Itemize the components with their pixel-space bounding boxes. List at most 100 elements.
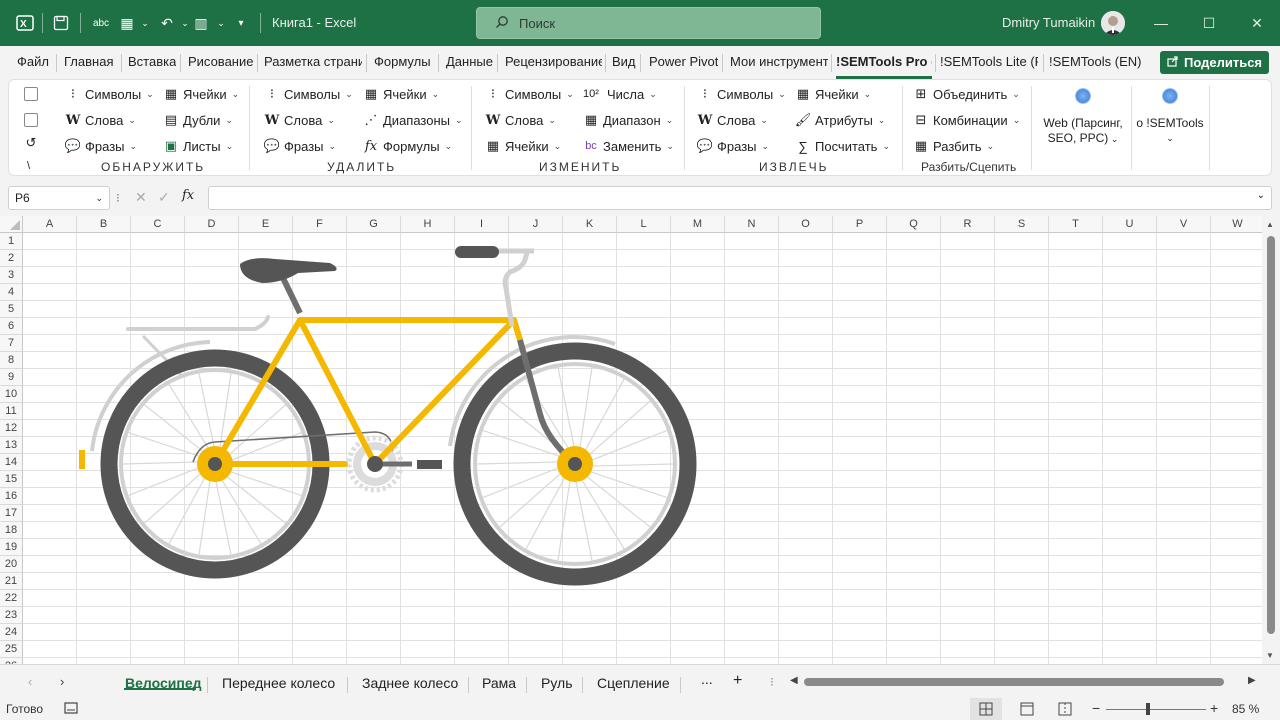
checkbox[interactable] xyxy=(24,87,38,101)
find-sheets-button[interactable]: ▣ Листы ⌄ xyxy=(163,138,233,154)
accessibility-icon[interactable] xyxy=(64,701,78,718)
tab-page-layout[interactable]: Разметка страни xyxy=(264,54,362,69)
zoom-level[interactable]: 85 % xyxy=(1232,702,1259,716)
tab-draw[interactable]: Рисование xyxy=(188,54,253,69)
vertical-scroll-thumb[interactable] xyxy=(1267,236,1275,634)
customize-toolbar-icon[interactable]: ▾ xyxy=(230,12,252,34)
change-range-button[interactable]: ▦ Диапазон ⌄ xyxy=(583,112,673,128)
user-name[interactable]: Dmitry Tumaikin xyxy=(1002,15,1095,30)
change-symbols-button[interactable]: ⁝ Символы ⌄ xyxy=(485,86,574,102)
change-cells-button[interactable]: ▦ Ячейки ⌄ xyxy=(485,138,561,154)
sheet-tab-frame[interactable]: Рама xyxy=(482,675,516,691)
extract-phrases-button[interactable]: 💬 Фразы ⌄ xyxy=(697,138,769,154)
tab-semtools-lite[interactable]: !SEMTools Lite (F xyxy=(940,54,1038,69)
split-button[interactable]: ▦ Разбить ⌄ xyxy=(913,138,994,154)
find-dupes-button[interactable]: ▤ Дубли ⌄ xyxy=(163,112,233,128)
table-icon: ▦ xyxy=(364,86,378,101)
find-cells-button[interactable]: ▦ Ячейки ⌄ xyxy=(163,86,239,102)
normal-view-button[interactable] xyxy=(970,698,1002,720)
horizontal-scroll-thumb[interactable] xyxy=(804,678,1224,686)
find-symbols-button[interactable]: ⁝ Символы ⌄ xyxy=(65,86,154,102)
next-sheet-icon[interactable]: › xyxy=(60,674,64,689)
cancel-icon[interactable]: ✕ xyxy=(135,189,147,206)
zoom-slider[interactable] xyxy=(1106,709,1206,710)
change-words-button[interactable]: W Слова ⌄ xyxy=(485,112,556,128)
bicycle-frame xyxy=(212,317,523,467)
tab-power-pivot[interactable]: Power Pivot xyxy=(649,54,718,69)
minimize-icon[interactable]: — xyxy=(1150,12,1172,34)
change-numbers-button[interactable]: 10² Числа ⌄ xyxy=(583,86,657,102)
zoom-out-icon[interactable]: − xyxy=(1092,700,1100,716)
extract-attributes-button[interactable]: 🖌 Атрибуты ⌄ xyxy=(795,112,886,128)
extract-symbols-button[interactable]: ⁝ Символы ⌄ xyxy=(697,86,786,102)
tab-home[interactable]: Главная xyxy=(64,54,113,69)
remove-words-button[interactable]: W Слова ⌄ xyxy=(264,112,335,128)
count-button[interactable]: ∑ Посчитать ⌄ xyxy=(795,138,890,154)
combinations-button[interactable]: ⊟ Комбинации ⌄ xyxy=(913,112,1021,128)
drag-handle-icon[interactable]: ⁝ xyxy=(116,191,120,205)
globe-icon xyxy=(1075,88,1091,104)
chevron-down-icon[interactable]: ⌄ xyxy=(210,12,232,34)
remove-ranges-button[interactable]: ⋰ Диапазоны ⌄ xyxy=(363,112,463,128)
tab-formulas[interactable]: Формулы xyxy=(374,54,431,69)
undo-icon[interactable]: ↺ xyxy=(23,135,39,151)
name-box[interactable]: P6 ⌄ xyxy=(8,186,110,210)
bicycle-illustration[interactable] xyxy=(0,216,1262,664)
web-button[interactable]: Web (Парсинг, SEO, PPC) ⌄ xyxy=(1037,88,1129,158)
columns-icon[interactable]: ▥ xyxy=(190,12,212,34)
scroll-left-icon[interactable]: ◀ xyxy=(790,675,798,686)
insert-function-icon[interactable]: fx xyxy=(182,188,194,203)
extract-cells-button[interactable]: ▦ Ячейки ⌄ xyxy=(795,86,871,102)
page-break-view-button[interactable] xyxy=(1050,698,1080,720)
formula-input[interactable]: ⌄ xyxy=(208,186,1272,210)
worksheet-grid[interactable]: ABCDEFGHIJKLMNOPQRSTUVW 1 2 3 4 5 6 7 8 9 10 11 12 1… xyxy=(0,216,1262,664)
tab-data[interactable]: Данные xyxy=(446,54,493,69)
extract-words-button[interactable]: W Слова ⌄ xyxy=(697,112,768,128)
checkbox[interactable] xyxy=(24,113,38,127)
replace-button[interactable]: bc Заменить ⌄ xyxy=(583,138,674,154)
prev-sheet-icon[interactable]: ‹ xyxy=(28,674,32,689)
confirm-icon[interactable]: ✓ xyxy=(158,189,170,206)
page-layout-view-button[interactable] xyxy=(1012,698,1042,720)
tabs-splitter-handle[interactable]: ⁝ xyxy=(770,675,774,689)
excel-logo-icon: X xyxy=(14,12,36,34)
share-button[interactable]: Поделиться xyxy=(1160,51,1269,74)
tab-view[interactable]: Вид xyxy=(612,54,636,69)
remove-symbols-button[interactable]: ⁝ Символы ⌄ xyxy=(264,86,353,102)
sheet-tab-rear-wheel[interactable]: Заднее колесо xyxy=(362,675,458,691)
maximize-icon[interactable]: ☐ xyxy=(1198,12,1220,34)
sheet-tab-clutch[interactable]: Сцепление xyxy=(597,675,670,691)
speech-bubble-icon: 💬 xyxy=(696,138,714,153)
remove-phrases-button[interactable]: 💬 Фразы ⌄ xyxy=(264,138,336,154)
sum-icon: ∑ xyxy=(798,138,808,154)
avatar[interactable] xyxy=(1101,11,1125,35)
status-ready: Готово xyxy=(6,702,44,716)
more-sheets-icon[interactable]: ... xyxy=(701,671,713,687)
sheet-tab-handlebar[interactable]: Руль xyxy=(541,675,573,691)
zoom-in-icon[interactable]: + xyxy=(1210,700,1218,716)
about-semtools-button[interactable]: о !SEMTools ⌄ xyxy=(1135,88,1205,158)
tab-insert[interactable]: Вставка xyxy=(128,54,176,69)
sheet-tab-front-wheel[interactable]: Переднее колесо xyxy=(222,675,335,691)
tab-semtools-en[interactable]: !SEMTools (EN) xyxy=(1049,54,1141,69)
add-sheet-icon[interactable]: + xyxy=(733,672,742,690)
save-icon[interactable] xyxy=(50,12,72,34)
tab-semtools-pro[interactable]: !SEMTools Pro ( xyxy=(836,54,932,69)
spellcheck-icon[interactable]: abc xyxy=(90,12,112,34)
remove-formulas-button[interactable]: fx Формулы ⌄ xyxy=(363,138,452,154)
close-icon[interactable]: ✕ xyxy=(1246,12,1268,34)
merge-button[interactable]: ⊞ Объединить ⌄ xyxy=(913,86,1020,102)
remove-cells-button[interactable]: ▦ Ячейки ⌄ xyxy=(363,86,439,102)
search-box[interactable]: Поиск xyxy=(476,7,821,39)
chevron-down-icon[interactable]: ⌄ xyxy=(134,12,156,34)
excel-sheet-icon: ▣ xyxy=(164,138,178,153)
find-phrases-button[interactable]: 💬 Фразы ⌄ xyxy=(65,138,137,154)
chevron-down-icon[interactable]: ⌄ xyxy=(1257,190,1265,201)
tab-my-tools[interactable]: Мои инструмент xyxy=(730,54,828,69)
speech-bubble-icon: 💬 xyxy=(64,138,82,153)
find-words-button[interactable]: W Слова ⌄ xyxy=(65,112,136,128)
tab-file[interactable]: Файл xyxy=(17,54,49,69)
tab-review[interactable]: Рецензирование xyxy=(505,54,602,69)
zoom-slider-thumb[interactable] xyxy=(1146,703,1150,715)
scroll-right-icon[interactable]: ▶ xyxy=(1248,675,1256,686)
